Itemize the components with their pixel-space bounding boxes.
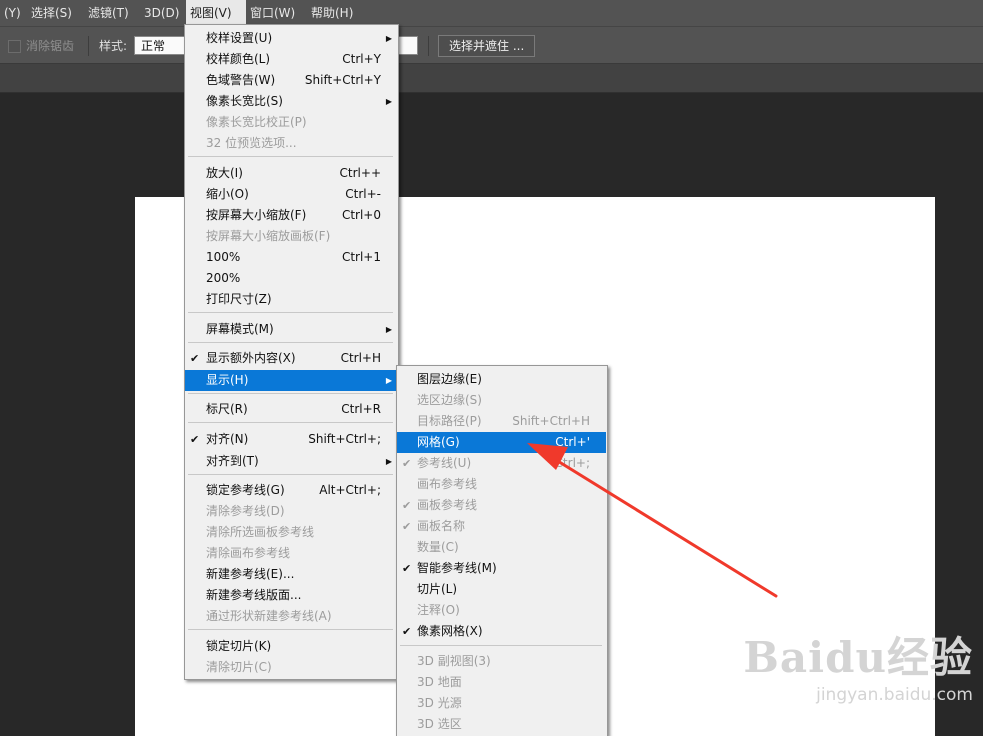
arrow-head [527,443,568,470]
annotation-arrow [527,443,778,598]
arrow-shaft [546,453,778,598]
